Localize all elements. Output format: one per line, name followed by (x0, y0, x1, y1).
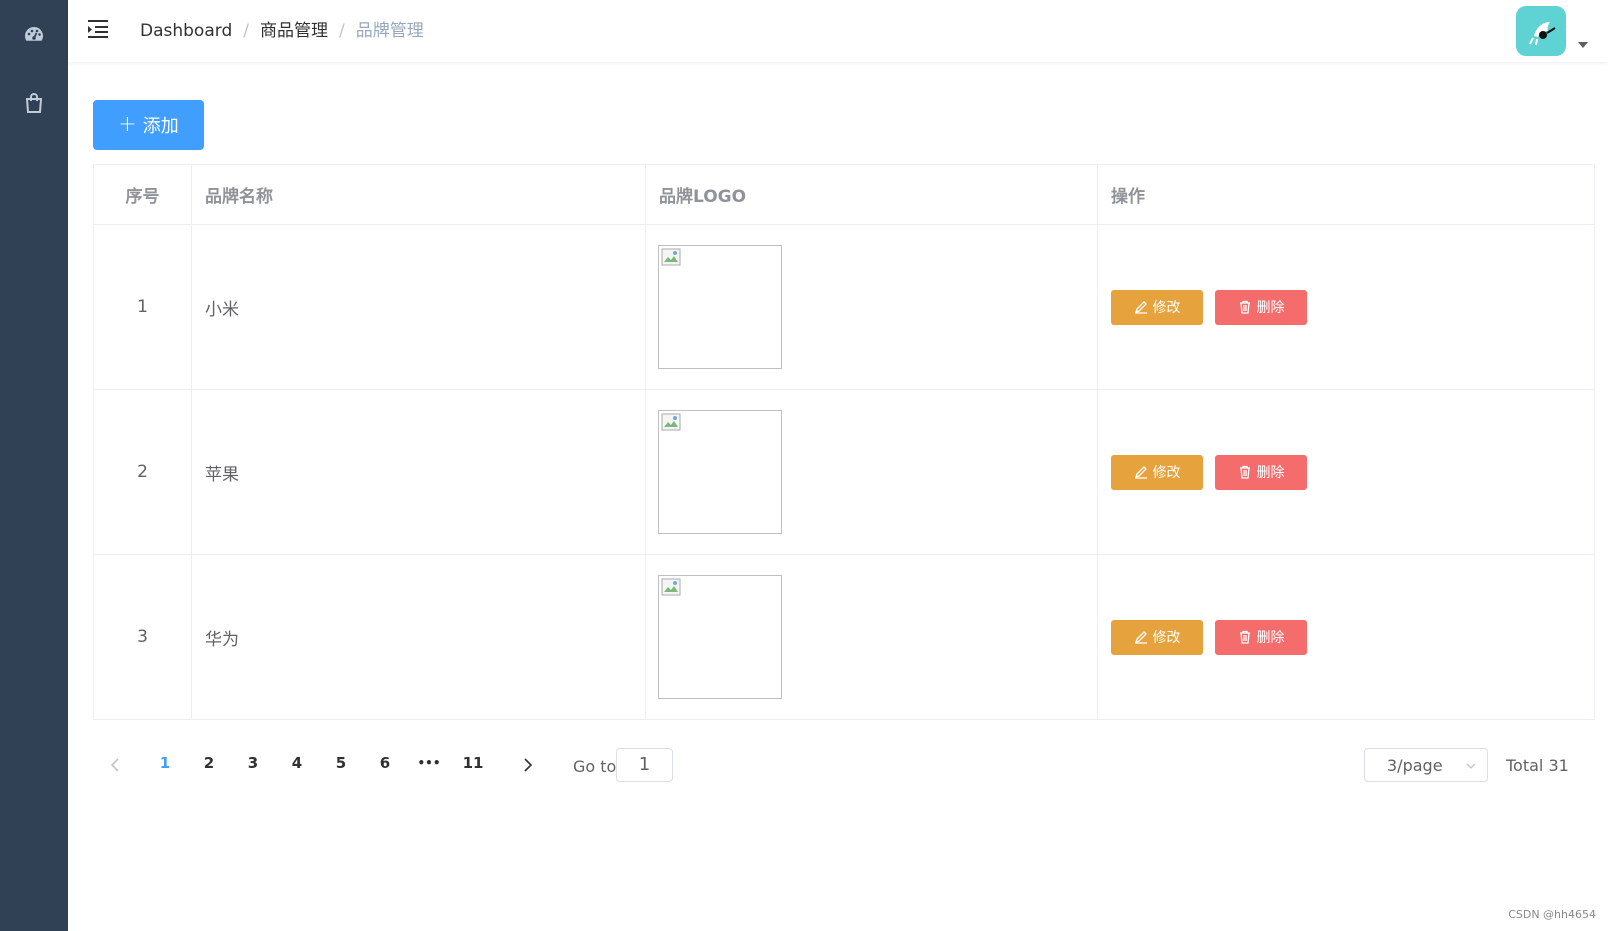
plus-icon: + (118, 112, 137, 137)
dashboard-icon[interactable] (22, 22, 46, 46)
brand-logo-image (658, 245, 782, 369)
page-size-select[interactable]: 3/page (1364, 748, 1488, 782)
avatar[interactable] (1516, 6, 1566, 56)
table-row: 2 苹果 修改 删除 (93, 389, 1595, 555)
chevron-down-icon (1466, 763, 1476, 769)
page-number[interactable]: 5 (329, 754, 353, 772)
edit-button-label: 修改 (1152, 465, 1181, 481)
brand-name: 小米 (191, 224, 646, 390)
breadcrumb-product-management[interactable]: 商品管理 (260, 21, 328, 41)
edit-button[interactable]: 修改 (1111, 619, 1203, 655)
navbar: Dashboard / 商品管理 / 品牌管理 (68, 0, 1608, 62)
page-number[interactable]: 2 (197, 754, 221, 772)
delete-button-label: 删除 (1256, 630, 1285, 646)
broken-image-icon (661, 248, 681, 266)
caret-down-icon[interactable] (1578, 42, 1588, 48)
user-menu[interactable] (1516, 6, 1596, 56)
header-brand-logo: 品牌LOGO (645, 164, 1098, 225)
brand-name: 华为 (191, 554, 646, 720)
watermark: CSDN @hh4654 (1508, 908, 1596, 921)
next-page-button[interactable] (518, 756, 536, 774)
breadcrumb-dashboard[interactable]: Dashboard (140, 21, 232, 41)
edit-button[interactable]: 修改 (1111, 289, 1203, 325)
brand-table: 序号 品牌名称 品牌LOGO 操作 1 小米 修改 删除 2 苹果 修改 删除 … (93, 164, 1595, 720)
actions-cell: 修改 删除 (1097, 554, 1595, 720)
edit-button-label: 修改 (1152, 630, 1181, 646)
delete-button[interactable]: 删除 (1215, 619, 1307, 655)
chevron-left-icon (110, 758, 119, 772)
goto-label: Go to (573, 757, 617, 776)
brand-logo-cell (645, 389, 1098, 555)
trash-icon (1239, 630, 1250, 644)
broken-image-icon (661, 413, 681, 431)
edit-button-label: 修改 (1152, 300, 1181, 316)
page-ellipsis[interactable]: ••• (417, 756, 441, 770)
brand-logo-image (658, 410, 782, 534)
page-number[interactable]: 4 (285, 754, 309, 772)
table-row: 1 小米 修改 删除 (93, 224, 1595, 390)
brand-logo-image (658, 575, 782, 699)
brand-logo-cell (645, 224, 1098, 390)
row-index: 3 (93, 554, 192, 720)
actions-cell: 修改 删除 (1097, 224, 1595, 390)
header-brand-name: 品牌名称 (191, 164, 646, 225)
delete-button[interactable]: 删除 (1215, 454, 1307, 490)
breadcrumb-brand-management: 品牌管理 (355, 21, 424, 41)
delete-button-label: 删除 (1256, 465, 1285, 481)
page-number[interactable]: 1 (153, 754, 177, 772)
breadcrumb: Dashboard / 商品管理 / 品牌管理 (140, 19, 424, 43)
add-button[interactable]: + 添加 (93, 100, 204, 150)
total-count: Total 31 (1506, 756, 1569, 775)
edit-icon (1134, 631, 1147, 644)
row-index: 1 (93, 224, 192, 390)
brand-name: 苹果 (191, 389, 646, 555)
page-number[interactable]: 11 (461, 754, 485, 772)
pagination: 1 2 3 4 5 6 ••• 11 Go to 1 3/page Total … (93, 748, 1594, 784)
chevron-right-icon (524, 758, 533, 772)
table-row: 3 华为 修改 删除 (93, 554, 1595, 720)
page-size-value: 3/page (1387, 756, 1443, 775)
delete-button-label: 删除 (1256, 300, 1285, 316)
breadcrumb-separator: / (338, 21, 345, 41)
delete-button[interactable]: 删除 (1215, 289, 1307, 325)
header-actions: 操作 (1097, 164, 1595, 225)
goto-page-input[interactable]: 1 (616, 748, 673, 782)
breadcrumb-separator: / (243, 21, 249, 41)
trash-icon (1239, 465, 1250, 479)
header-index: 序号 (93, 164, 192, 225)
edit-icon (1134, 301, 1147, 314)
actions-cell: 修改 删除 (1097, 389, 1595, 555)
row-index: 2 (93, 389, 192, 555)
broken-image-icon (661, 578, 681, 596)
shopping-bag-icon[interactable] (22, 91, 46, 115)
page-number[interactable]: 6 (373, 754, 397, 772)
edit-button[interactable]: 修改 (1111, 454, 1203, 490)
prev-page-button[interactable] (107, 756, 125, 774)
brand-logo-cell (645, 554, 1098, 720)
sidebar (0, 0, 68, 931)
edit-icon (1134, 466, 1147, 479)
trash-icon (1239, 300, 1250, 314)
table-header-row: 序号 品牌名称 品牌LOGO 操作 (93, 164, 1595, 225)
add-button-label: 添加 (142, 116, 179, 137)
page-number[interactable]: 3 (241, 754, 265, 772)
hamburger-icon[interactable] (87, 18, 109, 40)
